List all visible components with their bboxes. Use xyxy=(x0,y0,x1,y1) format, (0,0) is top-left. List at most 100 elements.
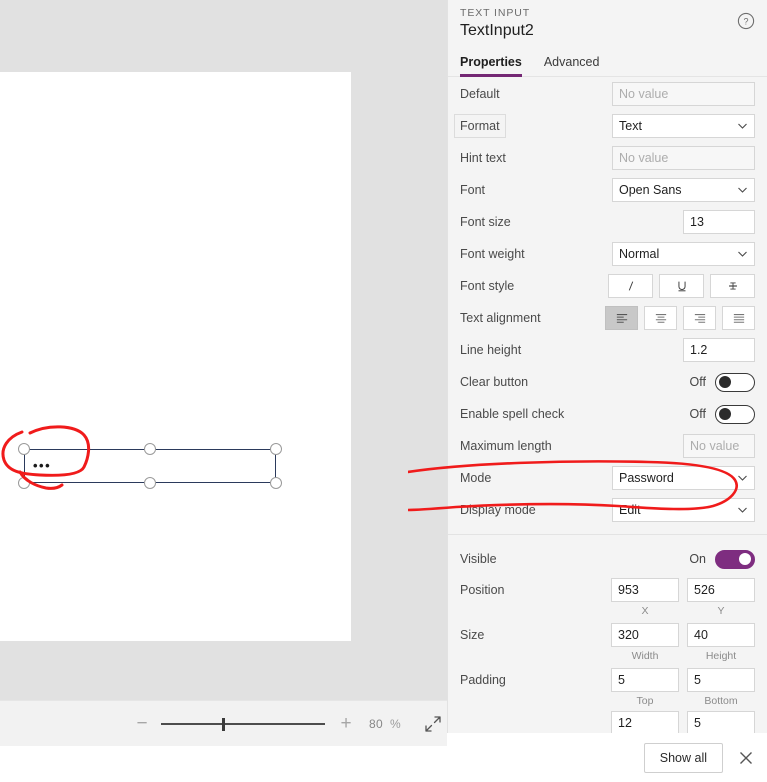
show-all-button[interactable]: Show all xyxy=(643,742,723,773)
caption-y: Y xyxy=(717,605,725,617)
align-justify-icon-button[interactable] xyxy=(722,306,755,330)
toggle-visible[interactable] xyxy=(715,549,755,569)
clear-button-state: Off xyxy=(689,375,706,389)
label-mode: Mode xyxy=(460,471,492,485)
label-line-height: Line height xyxy=(460,343,522,357)
svg-text:?: ? xyxy=(743,16,748,26)
resize-handle-top-left[interactable] xyxy=(18,443,30,455)
label-font-weight: Font weight xyxy=(460,247,525,261)
property-row-size: Size 320 40 xyxy=(448,620,767,650)
resize-handle-bottom-right[interactable] xyxy=(270,477,282,489)
toggle-knob xyxy=(739,553,751,565)
input-size-height[interactable]: 40 xyxy=(687,623,755,647)
canvas-zoom-toolbar[interactable]: − + 80 % xyxy=(0,700,447,746)
caption-width: Width xyxy=(631,650,659,662)
select-font-weight[interactable]: Normal xyxy=(612,242,755,266)
zoom-level-value: 80 xyxy=(369,716,383,731)
zoom-slider[interactable] xyxy=(161,715,325,733)
label-format: Format xyxy=(454,114,506,138)
input-default[interactable]: No value xyxy=(612,82,755,106)
caption-top: Top xyxy=(636,695,654,707)
select-display-mode[interactable]: Edit xyxy=(612,498,755,522)
fit-to-screen-icon[interactable] xyxy=(424,715,442,733)
zoom-slider-thumb[interactable] xyxy=(222,717,225,731)
selected-text-input-control[interactable]: ••• xyxy=(18,443,282,489)
control-type-label: TEXT INPUT xyxy=(460,7,531,19)
align-right-icon-button[interactable] xyxy=(683,306,716,330)
property-row-format: Format Text xyxy=(448,110,767,142)
power-apps-studio: ••• − + 80 % TEXT INPUT TextInput2 ? Pro… xyxy=(0,0,767,782)
label-font: Font xyxy=(460,183,486,197)
label-display-mode: Display mode xyxy=(460,503,536,517)
toggle-spell-check[interactable] xyxy=(715,404,755,424)
position-captions: X Y xyxy=(448,605,767,620)
select-mode[interactable]: Password xyxy=(612,466,755,490)
input-padding-top[interactable]: 5 xyxy=(611,668,679,692)
select-font[interactable]: Open Sans xyxy=(612,178,755,202)
resize-handle-top-middle[interactable] xyxy=(144,443,156,455)
property-row-text-alignment: Text alignment xyxy=(448,302,767,334)
zoom-in-button[interactable]: + xyxy=(337,714,355,733)
label-hint-text: Hint text xyxy=(460,151,506,165)
label-spell-check: Enable spell check xyxy=(460,407,565,421)
caption-bottom: Bottom xyxy=(704,695,738,707)
property-row-maximum-length: Maximum length No value xyxy=(448,430,767,462)
zoom-slider-track xyxy=(161,722,325,725)
input-hint-text[interactable]: No value xyxy=(612,146,755,170)
close-icon[interactable] xyxy=(737,749,755,767)
strikethrough-icon-button[interactable] xyxy=(710,274,755,298)
input-font-size[interactable]: 13 xyxy=(683,210,755,234)
toggle-clear-button[interactable] xyxy=(715,372,755,392)
zoom-out-button[interactable]: − xyxy=(133,714,151,733)
underline-icon-button[interactable] xyxy=(659,274,704,298)
resize-handle-bottom-left[interactable] xyxy=(18,477,30,489)
input-padding-bottom[interactable]: 5 xyxy=(687,668,755,692)
select-mode-value: Password xyxy=(619,471,674,485)
input-line-height[interactable]: 1.2 xyxy=(683,338,755,362)
properties-list: Default No value Format Text Hint text N… xyxy=(448,78,767,733)
help-circle-icon[interactable]: ? xyxy=(737,12,755,30)
property-row-padding-left-right: 12 5 xyxy=(448,710,767,733)
password-dots-text: ••• xyxy=(33,458,52,473)
toggle-knob xyxy=(719,408,731,420)
align-center-icon-button[interactable] xyxy=(644,306,677,330)
label-font-style: Font style xyxy=(460,279,515,293)
chevron-down-icon xyxy=(737,249,748,260)
caption-height: Height xyxy=(705,650,737,662)
label-text-alignment: Text alignment xyxy=(460,311,541,325)
caption-x: X xyxy=(641,605,649,617)
label-maximum-length: Maximum length xyxy=(460,439,552,453)
select-font-value: Open Sans xyxy=(619,183,682,197)
align-left-icon-button[interactable] xyxy=(605,306,638,330)
select-format[interactable]: Text xyxy=(612,114,755,138)
property-row-font-size: Font size 13 xyxy=(448,206,767,238)
label-font-size: Font size xyxy=(460,215,511,229)
label-default: Default xyxy=(460,87,500,101)
design-canvas[interactable]: ••• xyxy=(0,0,447,700)
input-maximum-length[interactable]: No value xyxy=(683,434,755,458)
input-padding-right[interactable]: 5 xyxy=(687,711,755,733)
select-font-weight-value: Normal xyxy=(619,247,660,261)
chevron-down-icon xyxy=(737,185,748,196)
property-row-font-style: Font style xyxy=(448,270,767,302)
resize-handle-bottom-middle[interactable] xyxy=(144,477,156,489)
input-position-y[interactable]: 526 xyxy=(687,578,755,602)
input-padding-left[interactable]: 12 xyxy=(611,711,679,733)
select-format-value: Text xyxy=(619,119,642,133)
input-position-x[interactable]: 953 xyxy=(611,578,679,602)
padding-captions: Top Bottom xyxy=(448,695,767,710)
input-size-width[interactable]: 320 xyxy=(611,623,679,647)
panel-tabstrip[interactable]: Properties Advanced xyxy=(448,49,767,77)
label-clear-button: Clear button xyxy=(460,375,529,389)
property-row-position: Position 953 526 xyxy=(448,575,767,605)
resize-handle-top-right[interactable] xyxy=(270,443,282,455)
app-screen-preview[interactable]: ••• xyxy=(0,72,351,641)
tab-properties[interactable]: Properties xyxy=(460,55,522,77)
property-row-line-height: Line height 1.2 xyxy=(448,334,767,366)
italic-icon-button[interactable] xyxy=(608,274,653,298)
properties-panel: TEXT INPUT TextInput2 ? Properties Advan… xyxy=(408,0,767,782)
property-row-padding: Padding 5 5 xyxy=(448,665,767,695)
spell-check-state: Off xyxy=(689,407,706,421)
select-display-mode-value: Edit xyxy=(619,503,641,517)
tab-advanced[interactable]: Advanced xyxy=(544,55,600,76)
